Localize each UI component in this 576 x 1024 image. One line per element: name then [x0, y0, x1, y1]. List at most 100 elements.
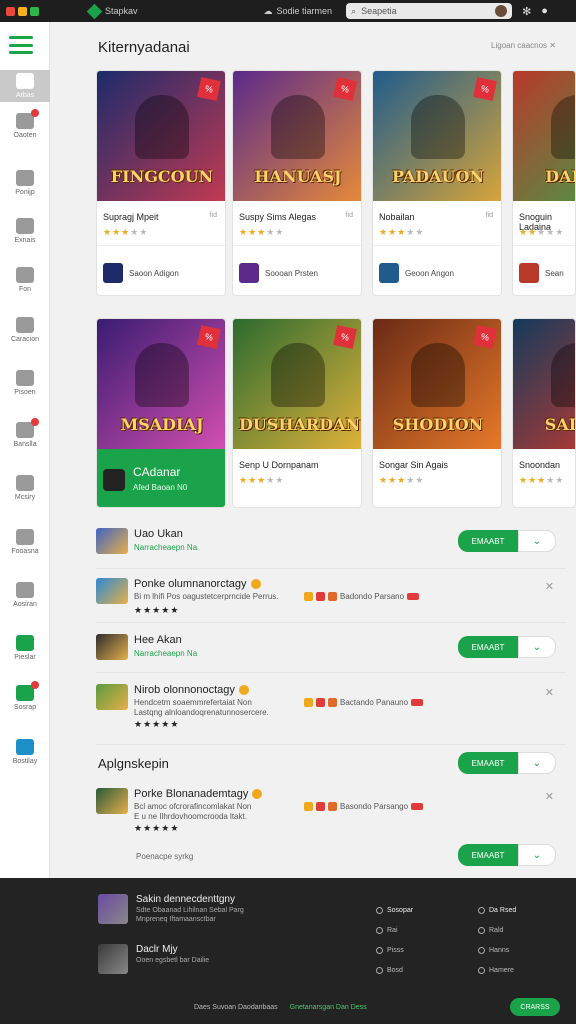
artwork-title: PADAUON	[391, 167, 485, 186]
close-dot[interactable]	[6, 6, 15, 16]
footer-link[interactable]: Hanns	[478, 940, 516, 960]
sidebar-item-exnais[interactable]: Exnais	[0, 215, 50, 247]
app-card[interactable]: % FINGCOUN Supragj Mpeit fid ★★★★★ Saoon Adig…	[96, 70, 226, 296]
sidebar-item-pieslar[interactable]: Pieslar	[0, 632, 50, 664]
store-label: Sodie tiarmen	[276, 6, 333, 16]
featured-band[interactable]: CAdanar Afed Baoan N0	[97, 449, 225, 507]
sidebar-item-caracion[interactable]: Caracion	[0, 314, 50, 346]
app-artwork[interactable]: % DUSHARDAN	[233, 319, 361, 449]
footer-button[interactable]: CRARSS	[510, 998, 560, 1016]
app-artwork[interactable]: %SAIESS	[513, 319, 575, 449]
star-icon: ★	[275, 475, 285, 485]
app-artwork[interactable]: % SHODION	[373, 319, 501, 449]
star-icon: ★	[161, 605, 171, 615]
store-button[interactable]: ☁ Sodie tiarmen	[264, 6, 333, 17]
star-icon: ★	[266, 227, 276, 237]
sidebar-item-sosrap[interactable]: Sosrap	[0, 681, 50, 714]
sidebar-item-bostilay[interactable]: Bostilay	[0, 736, 50, 768]
app-card[interactable]: %DADDSSnoguin Ladaina★★★★★Sean	[512, 70, 576, 296]
install-button[interactable]: EMAABT	[458, 530, 518, 552]
sidebar-item-fon[interactable]: Fon	[0, 264, 50, 296]
footer-link[interactable]: Rald	[478, 920, 516, 940]
item-title-text: Nirob olonnonoctagy	[134, 684, 235, 696]
link-icon	[478, 946, 485, 954]
chat-icon	[16, 529, 34, 545]
row-divider	[96, 744, 566, 745]
sidebar-item-fooasna[interactable]: Fooasna	[0, 526, 50, 558]
dropdown-toggle[interactable]: ⌄	[518, 636, 556, 658]
avatar[interactable]	[495, 5, 508, 17]
sidebar-item-banslla[interactable]: Banslla	[0, 418, 50, 451]
developer-name[interactable]: Soooan Prsten	[265, 269, 318, 278]
notification-icon[interactable]: ●	[541, 5, 548, 17]
developer-name[interactable]: Geoon Angon	[405, 269, 454, 278]
sidebar-item-aosiran[interactable]: Aosiran	[0, 579, 50, 611]
list-item[interactable]: Hee Akan Narracheaepn Na EMAABT ⌄	[96, 634, 562, 670]
app-card[interactable]: % DUSHARDAN Senp U Dornpanam ★★★★★	[232, 318, 362, 508]
install-button[interactable]: EMAABT	[458, 844, 518, 866]
app-description-2: Mnpreneq Iftamaansctbar	[136, 916, 216, 923]
footer-link[interactable]: Hamere	[478, 960, 516, 980]
star-icon: ★	[170, 605, 180, 615]
close-icon[interactable]: ✕	[549, 41, 556, 50]
app-artwork[interactable]: % FINGCOUN	[97, 71, 225, 201]
app-card[interactable]: %SAIESSSnoondan★★★★★	[512, 318, 576, 508]
star-icon: ★	[170, 719, 180, 729]
item-title: Hee Akan	[134, 634, 182, 646]
star-icon: ★	[170, 823, 180, 833]
footer-link[interactable]: Gnetanarsgan Dan Dess	[290, 1004, 367, 1011]
sidebar-item-label: Caracion	[10, 336, 39, 343]
footer-link[interactable]: Pisss	[376, 940, 413, 960]
close-icon[interactable]: ✕	[545, 790, 554, 803]
star-icon: ★	[379, 475, 389, 485]
app-icon	[96, 578, 128, 604]
minimize-dot[interactable]	[18, 6, 27, 16]
star-icon: ★	[134, 605, 144, 615]
star-rating: ★★★★★	[519, 227, 564, 238]
developer-name[interactable]: Saoon Adigon	[129, 269, 179, 278]
developer-name[interactable]: Sean	[545, 269, 564, 278]
see-all-link[interactable]: Ligoan caacnos ✕	[491, 41, 556, 50]
app-card[interactable]: % SHODION Songar Sin Agais ★★★★★	[372, 318, 502, 508]
app-card[interactable]: % PADAUON Nobailan fid ★★★★★ Geoon Angon	[372, 70, 502, 296]
app-artwork[interactable]: % PADAUON	[373, 71, 501, 201]
close-icon[interactable]: ✕	[545, 580, 554, 593]
search-bar[interactable]: ⌕ Seapetia	[346, 3, 513, 19]
dropdown-toggle[interactable]: ⌄	[518, 752, 556, 774]
sidebar-item-pisoen[interactable]: Pisoen	[0, 367, 50, 399]
star-icon: ★	[152, 719, 162, 729]
install-button[interactable]: EMAABT	[458, 752, 518, 774]
list-item[interactable]: Uao Ukan Narracheaepn Na EMAABT ⌄	[96, 528, 562, 564]
app-artwork[interactable]: % HANUASJ	[233, 71, 361, 201]
sidebar-item-mcsiry[interactable]: Mcsiry	[0, 472, 50, 504]
app-artwork[interactable]: % MSADIAJ	[97, 319, 225, 449]
maximize-dot[interactable]	[30, 6, 39, 16]
install-button[interactable]: EMAABT	[458, 636, 518, 658]
sidebar-item-arbas[interactable]: Arbas	[0, 70, 50, 102]
list-item[interactable]: Ponke olumnanorctagy Bi m lhifi Pos oagus…	[96, 578, 562, 615]
sidebar-item-ponijp[interactable]: Ponijp	[0, 167, 50, 199]
bottom-app[interactable]: Daclr Mjy Ooen egsbetl bar Dailie	[98, 944, 348, 984]
footer-link[interactable]: Da Rsed	[478, 900, 516, 920]
search-input[interactable]: Seapetia	[361, 6, 397, 16]
settings-icon[interactable]: ✻	[522, 5, 531, 18]
sidebar-item-oaoten[interactable]: Oaoten	[0, 109, 50, 142]
menu-icon[interactable]	[9, 36, 33, 54]
footer-link[interactable]: Rai	[376, 920, 413, 940]
item-title-text: Uao Ukan	[134, 528, 183, 540]
close-icon[interactable]: ✕	[545, 686, 554, 699]
list-item[interactable]: Nirob olonnonoctagy Hendcetm soaemmrefert…	[96, 684, 562, 729]
footer-link[interactable]: Bosd	[376, 960, 413, 980]
app-icon	[96, 634, 128, 660]
app-artwork[interactable]: %DADDS	[513, 71, 575, 201]
dropdown-toggle[interactable]: ⌄	[518, 530, 556, 552]
app-card[interactable]: % HANUASJ Suspy Sims Alegas fid ★★★★★ Soooan …	[232, 70, 362, 296]
list-item[interactable]: Porke Blonanademtagy Bcl amoc ofcrorafinc…	[96, 788, 562, 833]
sidebar-item-label: Banslla	[13, 441, 37, 448]
dropdown-toggle[interactable]: ⌄	[518, 844, 556, 866]
app-brand[interactable]: Stapkav	[86, 3, 138, 19]
sidebar-item-label: Pisoen	[14, 389, 36, 396]
footer-link[interactable]: Sosopar	[376, 900, 413, 920]
app-card[interactable]: % MSADIAJ CAdanar Afed Baoan N0	[96, 318, 226, 508]
bottom-app[interactable]: Sakin dennecdenttgny Sdte Obaanad Lihilna…	[98, 894, 348, 934]
